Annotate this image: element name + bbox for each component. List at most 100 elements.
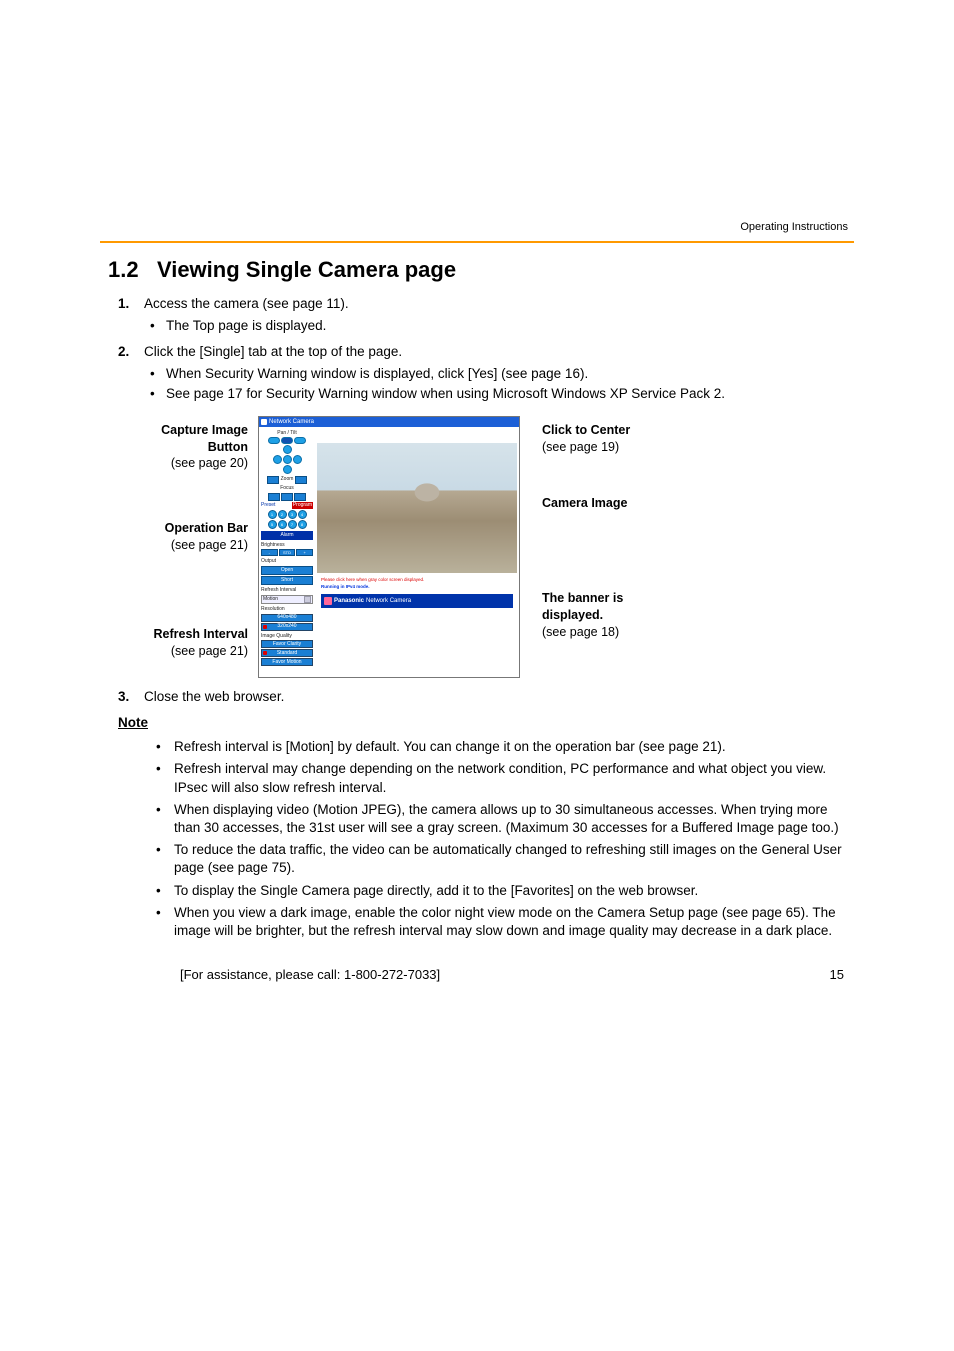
note-item: •To display the Single Camera page direc… [156, 882, 854, 900]
autofocus-button[interactable] [281, 493, 293, 501]
home-button[interactable] [283, 455, 292, 464]
sub-bullet: • The Top page is displayed. [144, 317, 854, 335]
section-title: 1.2 Viewing Single Camera page [108, 255, 854, 285]
tilt-down-button[interactable] [283, 465, 292, 474]
operation-side-panel: Pan / Tilt [259, 427, 315, 677]
scan-right-button[interactable] [294, 437, 306, 444]
refresh-interval-label: Refresh Interval [261, 587, 313, 594]
preset-7-button[interactable]: 7 [288, 520, 297, 529]
note-item: •When displaying video (Motion JPEG), th… [156, 801, 854, 837]
focus-label: Focus [261, 485, 313, 492]
page-footer: [For assistance, please call: 1-800-272-… [100, 966, 854, 984]
preset-label: Preset [261, 502, 291, 509]
zoom-out-button[interactable] [267, 476, 279, 484]
scan-button[interactable] [281, 437, 293, 444]
main-view-area: Please click here when gray color screen… [315, 427, 519, 677]
callout-refresh-interval: Refresh Interval (see page 21) [118, 626, 248, 660]
banner-brand: Panasonic [334, 597, 364, 605]
tilt-up-button[interactable] [283, 445, 292, 454]
focus-far-button[interactable] [294, 493, 306, 501]
banner-text: Network Camera [366, 597, 411, 605]
brightness-plus-button[interactable]: + [296, 549, 313, 556]
app-window-illustration: Network Camera Pan / Tilt [258, 416, 520, 678]
right-callouts: Click to Center (see page 19) Camera Ima… [530, 416, 642, 641]
program-button[interactable]: Program [292, 502, 313, 509]
preset-4-button[interactable]: 4 [298, 510, 307, 519]
step-text: Click the [Single] tab at the top of the… [144, 344, 402, 359]
favor-motion-button[interactable]: Favor Motion [261, 658, 313, 666]
assistance-phone: [For assistance, please call: 1-800-272-… [180, 966, 440, 984]
image-quality-label: Image Quality [261, 633, 313, 640]
note-item: •Refresh interval is [Motion] by default… [156, 738, 854, 756]
ordered-steps: 1. Access the camera (see page 11). • Th… [118, 295, 854, 406]
output-open-button[interactable]: Open [261, 566, 313, 575]
preset-3-button[interactable]: 3 [288, 510, 297, 519]
zoom-in-button[interactable] [295, 476, 307, 484]
resolution-640x480-button[interactable]: 640x480 [261, 614, 313, 622]
step-1: 1. Access the camera (see page 11). • Th… [118, 295, 854, 337]
window-title: Network Camera [269, 418, 314, 426]
scan-left-button[interactable] [268, 437, 280, 444]
preset-2-button[interactable]: 2 [278, 510, 287, 519]
page-number: 15 [830, 966, 844, 984]
bullet-icon: • [144, 317, 166, 335]
bullet-icon: • [144, 385, 166, 403]
callout-operation-bar: Operation Bar (see page 21) [118, 520, 248, 554]
brightness-minus-button[interactable]: - [261, 549, 278, 556]
camera-icon [261, 419, 267, 425]
banner-icon [324, 597, 332, 605]
left-callouts: Capture Image Button (see page 20) Opera… [118, 416, 248, 660]
pan-left-button[interactable] [273, 455, 282, 464]
preset-6-button[interactable]: 6 [278, 520, 287, 529]
preset-1-button[interactable]: 1 [268, 510, 277, 519]
focus-near-button[interactable] [268, 493, 280, 501]
note-item: •Refresh interval may change depending o… [156, 760, 854, 796]
alarm-bar[interactable]: Alarm [261, 531, 313, 540]
sub-text: When Security Warning window is displaye… [166, 365, 854, 383]
orange-rule [100, 241, 854, 243]
note-item: •To reduce the data traffic, the video c… [156, 841, 854, 877]
callout-banner: The banner is displayed. (see page 18) [542, 590, 642, 641]
callout-capture-image: Capture Image Button (see page 20) [118, 422, 248, 473]
output-label: Output [261, 558, 313, 565]
note-heading: Note [118, 714, 854, 732]
resolution-label: Resolution [261, 606, 313, 613]
sub-bullet: • When Security Warning window is displa… [144, 365, 854, 383]
step-number: 2. [118, 343, 144, 406]
ipv4-mode-status: Running in IPv4 mode. [321, 584, 517, 590]
gray-screen-link[interactable]: Please click here when gray color screen… [321, 577, 517, 583]
chevron-down-icon [304, 596, 311, 603]
camera-live-image[interactable] [317, 443, 517, 573]
callout-click-to-center: Click to Center (see page 19) [542, 422, 642, 456]
window-title-bar: Network Camera [259, 417, 519, 427]
brightness-label: Brightness [261, 542, 313, 549]
section-number: 1.2 [108, 257, 139, 282]
bullet-icon: • [144, 365, 166, 383]
resolution-320x240-button[interactable]: 320x240 [261, 623, 313, 631]
quality-standard-button[interactable]: Standard [261, 649, 313, 657]
sub-text: The Top page is displayed. [166, 317, 854, 335]
pan-tilt-label: Pan / Tilt [261, 430, 313, 437]
output-short-button[interactable]: Short [261, 576, 313, 585]
callout-camera-image: Camera Image [542, 495, 642, 512]
favor-clarity-button[interactable]: Favor Clarity [261, 640, 313, 648]
step-number: 1. [118, 295, 144, 337]
sub-text: See page 17 for Security Warning window … [166, 385, 854, 403]
step-text: Close the web browser. [144, 688, 854, 706]
step-2: 2. Click the [Single] tab at the top of … [118, 343, 854, 406]
preset-5-button[interactable]: 5 [268, 520, 277, 529]
preset-8-button[interactable]: 8 [298, 520, 307, 529]
refresh-interval-select[interactable]: Motion [261, 595, 313, 604]
annotated-screenshot: Capture Image Button (see page 20) Opera… [118, 416, 854, 678]
zoom-label: Zoom [281, 476, 294, 484]
note-item: •When you view a dark image, enable the … [156, 904, 854, 940]
pan-right-button[interactable] [293, 455, 302, 464]
panasonic-banner[interactable]: Panasonic Network Camera [321, 594, 513, 608]
step-text: Access the camera (see page 11). [144, 296, 349, 311]
running-head: Operating Instructions [100, 220, 848, 235]
note-list: •Refresh interval is [Motion] by default… [156, 738, 854, 940]
brightness-std-button[interactable]: STD [279, 549, 296, 556]
sub-bullet: • See page 17 for Security Warning windo… [144, 385, 854, 403]
section-heading: Viewing Single Camera page [157, 257, 456, 282]
step-3: 3. Close the web browser. [118, 688, 854, 706]
